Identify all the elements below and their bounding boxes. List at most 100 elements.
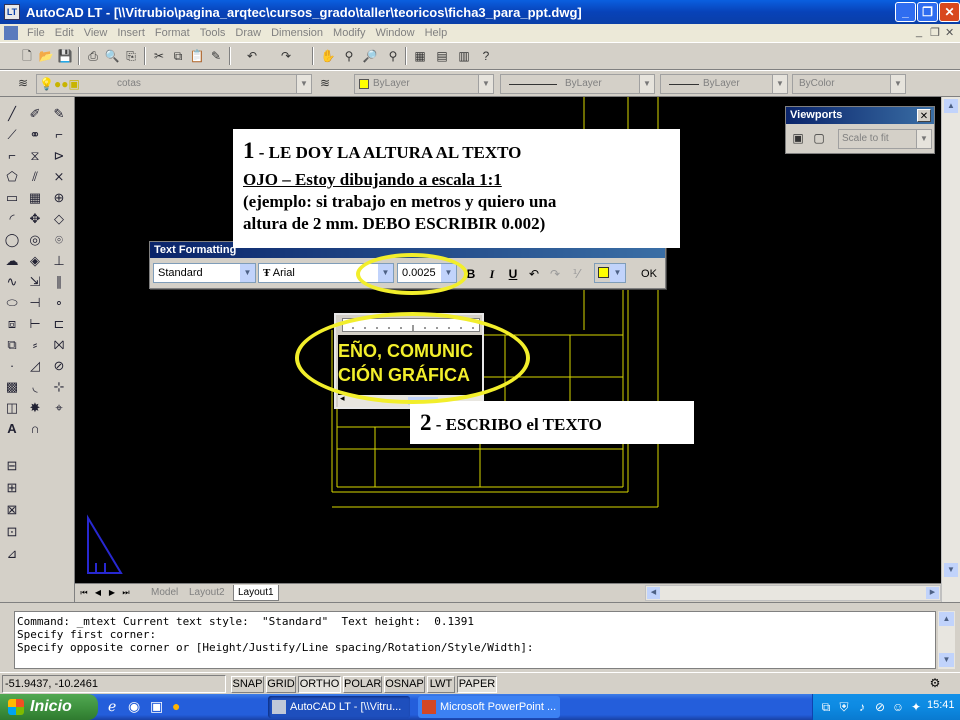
help-icon[interactable]: ? [477, 47, 495, 65]
mirror-icon[interactable]: ⧖ [26, 147, 44, 165]
vertical-scrollbar[interactable]: ▲ ▼ [941, 97, 960, 602]
redo-icon[interactable]: ↷ [277, 47, 295, 65]
construction-line-icon[interactable]: ⟋ [3, 126, 21, 144]
color-dropdown[interactable]: ByLayer ▼ [354, 74, 494, 94]
doc-minimize-button[interactable]: _ [916, 26, 922, 38]
line-icon[interactable]: ╱ [3, 105, 21, 123]
single-viewport-icon[interactable]: ▢ [810, 129, 828, 147]
menu-help[interactable]: Help [420, 27, 453, 39]
dim-linear-icon[interactable]: ⊟ [3, 457, 21, 475]
make-layer-current-icon[interactable]: ≋ [316, 74, 334, 92]
lwt-toggle[interactable]: LWT [427, 676, 455, 693]
copy-icon[interactable]: ⧉ [169, 47, 187, 65]
dim-angular-icon[interactable]: ⊿ [3, 545, 21, 563]
osnap-nearest-icon[interactable]: ⨝ [50, 336, 68, 354]
desktop-icon[interactable]: ▣ [150, 698, 163, 715]
spline-icon[interactable]: ∿ [3, 273, 21, 291]
osnap-parallel-icon[interactable]: ∥ [50, 273, 68, 291]
firefox-icon[interactable]: ● [172, 698, 180, 714]
offset-icon[interactable]: ⫽ [26, 168, 44, 186]
scroll-down-icon[interactable]: ▼ [944, 563, 958, 577]
scroll-left-icon[interactable]: ◀ [647, 587, 660, 599]
task-powerpoint[interactable]: Microsoft PowerPoint ... [418, 696, 560, 718]
tool-palettes-icon[interactable]: ▥ [455, 47, 473, 65]
publish-icon[interactable]: ⎘ [122, 47, 140, 65]
menu-insert[interactable]: Insert [112, 27, 150, 39]
task-autocad[interactable]: AutoCAD LT - [\\Vitru... [268, 696, 410, 718]
ellipse-icon[interactable]: ⬭ [3, 294, 21, 312]
osnap-settings-icon[interactable]: ⊹ [50, 378, 68, 396]
plot-preview-icon[interactable]: 🔍 [103, 47, 121, 65]
circle-icon[interactable]: ◯ [3, 231, 21, 249]
scroll-up-icon[interactable]: ▲ [944, 99, 958, 113]
osnap-perpendicular-icon[interactable]: ⊥ [50, 252, 68, 270]
text-color-dropdown[interactable]: ▼ [594, 263, 626, 283]
stretch-icon[interactable]: ⇲ [26, 273, 44, 291]
last-tab-icon[interactable]: ⏭ [120, 586, 132, 599]
match-properties-icon[interactable]: ✎ [207, 47, 225, 65]
media-icon[interactable]: ◉ [128, 698, 140, 715]
osnap-intersection-icon[interactable]: ⨯ [50, 168, 68, 186]
zoom-window-icon[interactable]: 🔎 [361, 47, 379, 65]
prev-tab-icon[interactable]: ◀ [92, 586, 104, 599]
osnap-toggle[interactable]: OSNAP [384, 676, 425, 693]
open-folder-icon[interactable]: 📂 [37, 47, 55, 65]
pencil-icon[interactable]: ✎ [50, 105, 68, 123]
restore-button[interactable]: ❐ [917, 2, 938, 22]
arc-icon[interactable]: ◜ [3, 210, 21, 228]
temp-track-icon[interactable]: ⌖ [50, 399, 68, 417]
hatch-icon[interactable]: ▩ [3, 378, 21, 396]
insert-block-icon[interactable]: ⧈ [3, 315, 21, 333]
messenger-icon[interactable]: ☺ [889, 697, 907, 717]
scroll-up-icon[interactable]: ▲ [939, 612, 954, 626]
polar-toggle[interactable]: POLAR [343, 676, 382, 693]
doc-restore-button[interactable]: ❐ [930, 26, 940, 39]
osnap-midpoint-icon[interactable]: ⊳ [50, 147, 68, 165]
coordinates-display[interactable]: -51.9437, -10.2461 [2, 675, 226, 693]
close-button[interactable]: ✕ [939, 2, 960, 22]
stack-icon[interactable]: ⅟ [567, 265, 585, 283]
osnap-none-icon[interactable]: ⊘ [50, 357, 68, 375]
doc-close-button[interactable]: ✕ [945, 26, 954, 39]
properties-icon[interactable]: ▦ [411, 47, 429, 65]
break-icon[interactable]: ⸗ [26, 336, 44, 354]
document-icon[interactable] [4, 26, 18, 40]
first-tab-icon[interactable]: ⏮ [78, 586, 90, 599]
viewports-title[interactable]: Viewports [786, 107, 934, 124]
move-icon[interactable]: ✥ [26, 210, 44, 228]
tab-model[interactable]: Model [147, 585, 182, 601]
minimize-button[interactable]: _ [895, 2, 916, 22]
rectangle-icon[interactable]: ▭ [3, 189, 21, 207]
menu-modify[interactable]: Modify [328, 27, 370, 39]
antivirus-icon[interactable]: ⛨ [835, 697, 853, 717]
menu-draw[interactable]: Draw [230, 27, 266, 39]
osnap-quadrant-icon[interactable]: ◇ [50, 210, 68, 228]
undo-icon[interactable]: ↶ [525, 265, 543, 283]
volume-icon[interactable]: ♪ [853, 697, 871, 717]
point-icon[interactable]: · [3, 357, 21, 375]
plotstyle-dropdown[interactable]: ByColor ▼ [792, 74, 906, 94]
osnap-tangent-icon[interactable]: ⌾ [50, 231, 68, 249]
clock[interactable]: 15:41 [927, 699, 955, 711]
menu-view[interactable]: View [79, 27, 113, 39]
tray-settings-icon[interactable]: ⚙ [926, 676, 944, 693]
ie-icon[interactable]: ℯ [108, 698, 116, 715]
tab-layout2[interactable]: Layout2 [185, 585, 229, 601]
tab-layout1[interactable]: Layout1 [233, 585, 279, 601]
save-icon[interactable]: 💾 [56, 47, 74, 65]
underline-button[interactable]: U [504, 265, 522, 283]
multiline-text-icon[interactable]: A [3, 420, 21, 438]
snap-toggle[interactable]: SNAP [231, 676, 264, 693]
command-history[interactable]: Command: _mtext Current text style: "Sta… [14, 611, 936, 669]
ok-button[interactable]: OK [636, 265, 662, 283]
osnap-endpoint-icon[interactable]: ⌐ [50, 126, 68, 144]
scroll-right-icon[interactable]: ▶ [926, 587, 939, 599]
plot-icon[interactable]: ⎙ [84, 47, 102, 65]
menu-file[interactable]: File [22, 27, 50, 39]
menu-edit[interactable]: Edit [50, 27, 79, 39]
layer-manager-icon[interactable]: ≋ [14, 74, 32, 92]
region-icon[interactable]: ◫ [3, 399, 21, 417]
osnap-insert-icon[interactable]: ⊏ [50, 315, 68, 333]
horizontal-scrollbar[interactable]: ◀ ▶ [645, 585, 941, 601]
security-icon[interactable]: ⊘ [871, 697, 889, 717]
